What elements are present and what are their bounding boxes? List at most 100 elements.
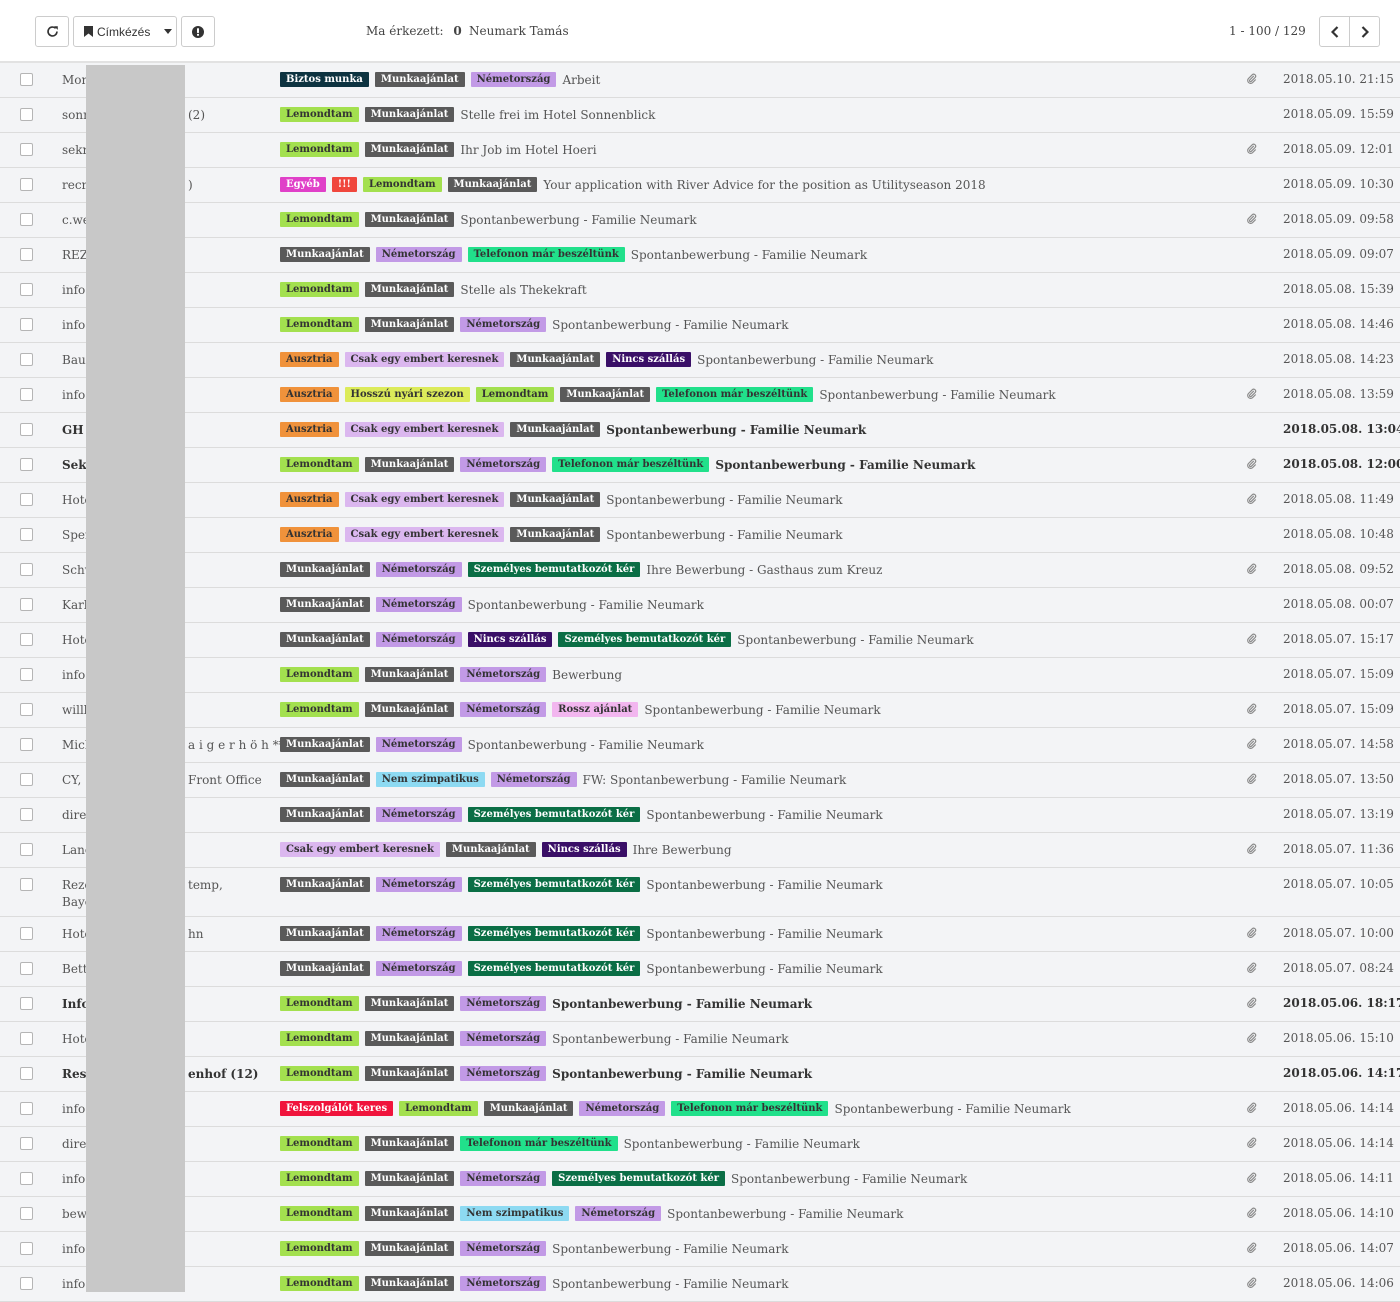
subject-line[interactable]: Munkaajánlat Németország Személyes bemutat… — [280, 926, 883, 941]
subject-line[interactable]: Munkaajánlat Németország Személyes bemutat… — [280, 877, 883, 892]
subject-line[interactable]: Egyéb!!! Lemondtam Munkaajánlat Your applic… — [280, 177, 986, 192]
row-checkbox[interactable] — [20, 1172, 33, 1185]
row-checkbox[interactable] — [20, 878, 33, 891]
email-row[interactable]: sonn (2) Lemondtam Munkaajánlat Stelle frei … — [0, 98, 1400, 133]
next-page-button[interactable] — [1349, 16, 1380, 47]
subject-line[interactable]: Munkaajánlat Németország Személyes bemutat… — [280, 562, 882, 577]
subject-line[interactable]: Lemondtam Munkaajánlat Stelle als Thekekra… — [280, 282, 587, 297]
email-row[interactable]: info Felszolgálót keres Lemondtam Munkaaján… — [0, 1092, 1400, 1127]
subject-line[interactable]: Lemondtam Munkaajánlat Németország Spontanb… — [280, 1241, 788, 1256]
email-row[interactable]: Hote hn Munkaajánlat Németország Személyes b… — [0, 917, 1400, 952]
subject-line[interactable]: Lemondtam Munkaajánlat Ihr Job im Hotel Ho… — [280, 142, 597, 157]
subject-line[interactable]: Munkaajánlat Németország Nincs szállás Szem… — [280, 632, 974, 647]
row-checkbox[interactable] — [20, 738, 33, 751]
subject-line[interactable]: Felszolgálót keres Lemondtam Munkaajánlat N… — [280, 1101, 1071, 1116]
subject-line[interactable]: Ausztria Csak egy embert keresnek Munkaajá… — [280, 492, 843, 507]
row-checkbox[interactable] — [20, 1137, 33, 1150]
row-checkbox[interactable] — [20, 843, 33, 856]
row-checkbox[interactable] — [20, 962, 33, 975]
subject-line[interactable]: Csak egy embert keresnek Munkaajánlat Ninc… — [280, 842, 732, 857]
subject-line[interactable]: Lemondtam Munkaajánlat Németország Spontanb… — [280, 996, 812, 1011]
email-row[interactable]: recru) Egyéb!!! Lemondtam Munkaajánlat Your … — [0, 168, 1400, 203]
row-checkbox[interactable] — [20, 1067, 33, 1080]
subject-line[interactable]: Lemondtam Munkaajánlat Németország Spontanb… — [280, 1066, 812, 1081]
row-checkbox[interactable] — [20, 248, 33, 261]
email-row[interactable]: CY, Front Office Munkaajánlat Nem szimpati… — [0, 763, 1400, 798]
email-row[interactable]: info Lemondtam Munkaajánlat Stelle als Thek… — [0, 273, 1400, 308]
email-row[interactable]: Spen Ausztria Csak egy embert keresnek Munk… — [0, 518, 1400, 553]
email-row[interactable]: Lanc Csak egy embert keresnek Munkaajánlat… — [0, 833, 1400, 868]
previous-page-button[interactable] — [1319, 16, 1350, 47]
email-row[interactable]: Reze Baye temp, Munkaajánlat Németország Szem… — [0, 868, 1400, 917]
subject-line[interactable]: Lemondtam Munkaajánlat Németország Telefono… — [280, 457, 975, 472]
email-row[interactable]: Sekr Lemondtam Munkaajánlat Németország Tele… — [0, 448, 1400, 483]
subject-line[interactable]: Lemondtam Munkaajánlat Németország Bewerbun… — [280, 667, 622, 682]
subject-line[interactable]: Ausztria Hosszú nyári szezon Lemondtam Munk… — [280, 387, 1056, 402]
email-row[interactable]: willk Lemondtam Munkaajánlat Németország Ros… — [0, 693, 1400, 728]
email-row[interactable]: direk Lemondtam Munkaajánlat Telefonon már … — [0, 1127, 1400, 1162]
email-row[interactable]: Baue Ausztria Csak egy embert keresnek Munk… — [0, 343, 1400, 378]
email-row[interactable]: Hote Lemondtam Munkaajánlat Németország Spon… — [0, 1022, 1400, 1057]
row-checkbox[interactable] — [20, 1242, 33, 1255]
row-checkbox[interactable] — [20, 1207, 33, 1220]
refresh-button[interactable] — [35, 16, 69, 47]
email-row[interactable]: Hote Munkaajánlat Németország Nincs szállás… — [0, 623, 1400, 658]
subject-line[interactable]: Ausztria Csak egy embert keresnek Munkaajá… — [280, 422, 866, 437]
subject-line[interactable]: Lemondtam Munkaajánlat Spontanbewerbung - … — [280, 212, 697, 227]
row-checkbox[interactable] — [20, 927, 33, 940]
row-checkbox[interactable] — [20, 563, 33, 576]
row-checkbox[interactable] — [20, 318, 33, 331]
row-checkbox[interactable] — [20, 773, 33, 786]
row-checkbox[interactable] — [20, 73, 33, 86]
row-checkbox[interactable] — [20, 598, 33, 611]
subject-line[interactable]: Lemondtam Munkaajánlat Németország Spontanb… — [280, 317, 788, 332]
row-checkbox[interactable] — [20, 108, 33, 121]
subject-line[interactable]: Munkaajánlat Németország Telefonon már bes… — [280, 247, 867, 262]
subject-line[interactable]: Lemondtam Munkaajánlat Stelle frei im Hote… — [280, 107, 655, 122]
email-row[interactable]: info Lemondtam Munkaajánlat Németország Bewe… — [0, 658, 1400, 693]
row-checkbox[interactable] — [20, 353, 33, 366]
report-button[interactable] — [181, 16, 215, 47]
row-checkbox[interactable] — [20, 808, 33, 821]
row-checkbox[interactable] — [20, 423, 33, 436]
email-row[interactable]: Mich a i g e r h ö h **** Munkaajánlat Néme… — [0, 728, 1400, 763]
label-dropdown-button[interactable]: Címkézés — [73, 16, 177, 47]
subject-line[interactable]: Lemondtam Munkaajánlat Németország Spontanb… — [280, 1276, 788, 1291]
row-checkbox[interactable] — [20, 213, 33, 226]
subject-line[interactable]: Lemondtam Munkaajánlat Nem szimpatikus Néme… — [280, 1206, 903, 1221]
row-checkbox[interactable] — [20, 458, 33, 471]
email-row[interactable]: c.we Lemondtam Munkaajánlat Spontanbewerbun… — [0, 203, 1400, 238]
subject-line[interactable]: Ausztria Csak egy embert keresnek Munkaajá… — [280, 352, 933, 367]
row-checkbox[interactable] — [20, 1102, 33, 1115]
row-checkbox[interactable] — [20, 178, 33, 191]
row-checkbox[interactable] — [20, 493, 33, 506]
email-row[interactable]: info Lemondtam Munkaajánlat Németország Spon… — [0, 308, 1400, 343]
subject-line[interactable]: Lemondtam Munkaajánlat Németország Személye… — [280, 1171, 967, 1186]
email-row[interactable]: sekre Lemondtam Munkaajánlat Ihr Job im Hot… — [0, 133, 1400, 168]
row-checkbox[interactable] — [20, 528, 33, 541]
subject-line[interactable]: Biztos munka Munkaajánlat Németország Arbei… — [280, 72, 600, 87]
email-row[interactable]: bewe Lemondtam Munkaajánlat Nem szimpatikus… — [0, 1197, 1400, 1232]
email-row[interactable]: Mon Biztos munka Munkaajánlat Németország Ar… — [0, 63, 1400, 98]
email-row[interactable]: info Lemondtam Munkaajánlat Németország Spon… — [0, 1267, 1400, 1302]
subject-line[interactable]: Munkaajánlat Németország Személyes bemutat… — [280, 807, 883, 822]
row-checkbox[interactable] — [20, 1277, 33, 1290]
row-checkbox[interactable] — [20, 388, 33, 401]
email-row[interactable]: Betti Munkaajánlat Németország Személyes be… — [0, 952, 1400, 987]
subject-line[interactable]: Lemondtam Munkaajánlat Németország Spontanb… — [280, 1031, 788, 1046]
row-checkbox[interactable] — [20, 283, 33, 296]
row-checkbox[interactable] — [20, 633, 33, 646]
email-row[interactable]: info Lemondtam Munkaajánlat Németország Spon… — [0, 1232, 1400, 1267]
email-row[interactable]: Info Lemondtam Munkaajánlat Németország Spon… — [0, 987, 1400, 1022]
email-row[interactable]: info Ausztria Hosszú nyári szezon Lemondtam… — [0, 378, 1400, 413]
subject-line[interactable]: Munkaajánlat Németország Spontanbewerbung … — [280, 737, 704, 752]
email-row[interactable]: Hote Ausztria Csak egy embert keresnek Munk… — [0, 483, 1400, 518]
email-row[interactable]: REZ Munkaajánlat Németország Telefonon már … — [0, 238, 1400, 273]
email-row[interactable]: Rese enhof (12) Lemondtam Munkaajánlat Német… — [0, 1057, 1400, 1092]
email-row[interactable]: GH S Ausztria Csak egy embert keresnek Munk… — [0, 413, 1400, 448]
subject-line[interactable]: Munkaajánlat Németország Személyes bemutat… — [280, 961, 883, 976]
row-checkbox[interactable] — [20, 1032, 33, 1045]
row-checkbox[interactable] — [20, 997, 33, 1010]
subject-line[interactable]: Lemondtam Munkaajánlat Telefonon már beszé… — [280, 1136, 860, 1151]
email-row[interactable]: info Lemondtam Munkaajánlat Németország Szem… — [0, 1162, 1400, 1197]
